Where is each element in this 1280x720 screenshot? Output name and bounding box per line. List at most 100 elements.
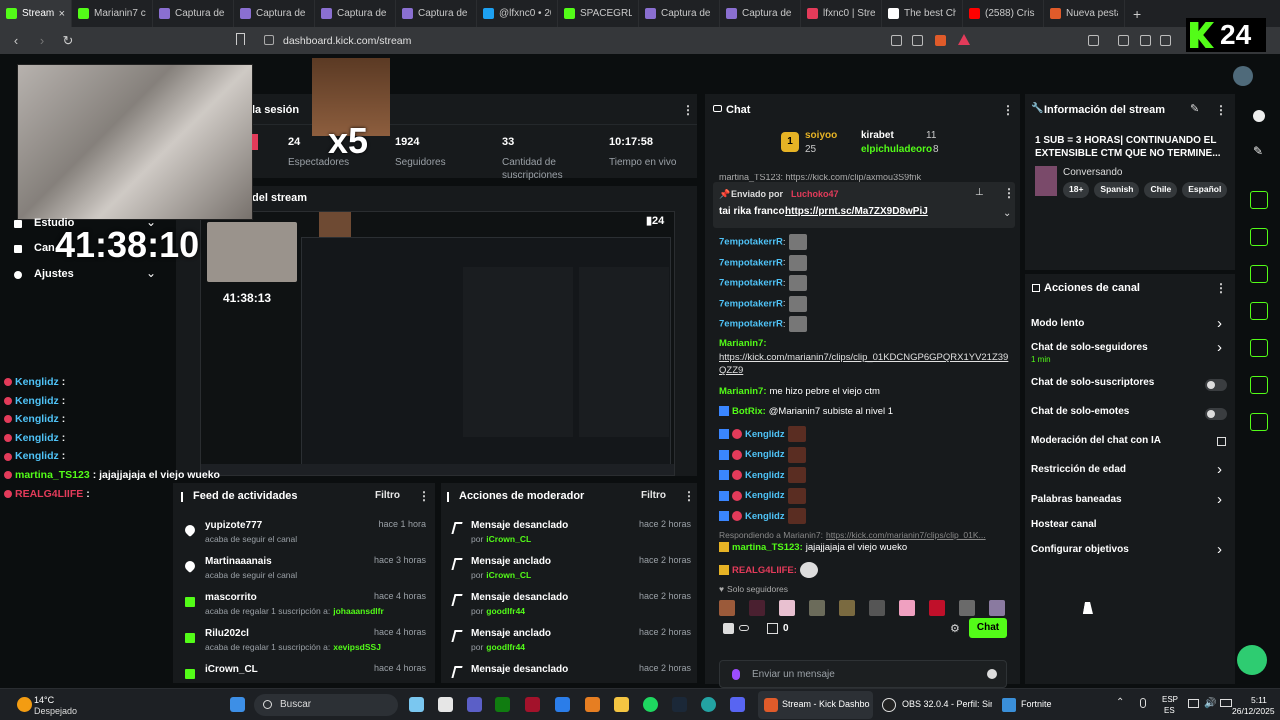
stream-info-menu-icon[interactable]: ⋮ bbox=[1215, 103, 1227, 117]
mod-action-item[interactable]: Mensaje desanclado hace 2 horas porgoodlfr… bbox=[451, 663, 691, 679]
browser-tab[interactable]: Marianin7 cl bbox=[72, 0, 153, 27]
channel-action-item[interactable]: Restricción de edad › bbox=[1031, 461, 1231, 482]
app-orange-icon[interactable] bbox=[585, 697, 600, 712]
forward-icon[interactable]: › bbox=[32, 33, 52, 48]
mute-icon[interactable] bbox=[891, 35, 902, 46]
chat-message[interactable]: 7empotakerrR: bbox=[719, 316, 1014, 333]
share-icon[interactable] bbox=[912, 35, 923, 46]
taskbar-app-kick[interactable]: Stream - Kick Dashboar bbox=[758, 691, 873, 719]
support-icon[interactable] bbox=[1237, 645, 1267, 675]
chat-username[interactable]: 7empotakerrR bbox=[719, 278, 783, 289]
chat-username[interactable]: 7empotakerrR bbox=[719, 319, 783, 330]
chat-message[interactable]: 7empotakerrR: bbox=[719, 254, 1014, 271]
browser-tab[interactable]: @lfxnc0 • 20 bbox=[477, 0, 558, 27]
quick-emote[interactable] bbox=[749, 600, 765, 616]
session-menu-icon[interactable]: ⋮ bbox=[682, 103, 694, 117]
feed-item-target[interactable]: xevipsdSSJ bbox=[333, 642, 381, 652]
mod-action-by-user[interactable]: iCrown_CL bbox=[486, 570, 531, 580]
chat-username[interactable]: 7empotakerrR bbox=[719, 257, 783, 268]
chat-username[interactable]: Kenglidz bbox=[745, 449, 785, 460]
mod-menu-icon[interactable]: ⋮ bbox=[683, 489, 695, 503]
chat-username[interactable]: martina_TS123: bbox=[732, 542, 803, 553]
mod-action-by-user[interactable]: iCrown_CL bbox=[486, 534, 531, 544]
lang-top[interactable]: ESP bbox=[1162, 695, 1178, 704]
feed-item-target[interactable]: Kenglidz bbox=[333, 678, 368, 679]
overlay-menu-item[interactable]: Can bbox=[14, 242, 160, 258]
browser-tab[interactable]: Captura de p bbox=[396, 0, 477, 27]
channel-action-item[interactable]: Moderación del chat con IA bbox=[1031, 435, 1231, 453]
chat-username[interactable]: Marianin7: bbox=[719, 386, 767, 397]
url-field[interactable]: dashboard.kick.com/stream bbox=[258, 31, 978, 50]
quick-emote[interactable] bbox=[809, 600, 825, 616]
back-icon[interactable]: ‹ bbox=[6, 33, 26, 48]
rail-icon-6[interactable] bbox=[1250, 376, 1268, 394]
stream-tag[interactable]: 18+ bbox=[1063, 182, 1090, 198]
feed-item[interactable]: iCrown_CL hace 4 horas acaba de regalar 1 … bbox=[183, 663, 426, 679]
new-tab-button[interactable]: + bbox=[1133, 6, 1141, 22]
mod-action-item[interactable]: Mensaje desanclado hace 2 horas por iCrown_… bbox=[451, 519, 691, 553]
channel-action-item[interactable]: Palabras baneadas › bbox=[1031, 491, 1231, 512]
chat-username[interactable]: REALG4LIIFE: bbox=[732, 565, 797, 576]
start-icon[interactable] bbox=[230, 697, 245, 712]
unpin-icon[interactable]: ⊥ bbox=[975, 187, 984, 198]
media-icon[interactable] bbox=[1140, 35, 1151, 46]
edit-icon[interactable]: ✎ bbox=[1190, 102, 1199, 115]
mod-action-by-user[interactable]: goodlfr44 bbox=[486, 678, 525, 679]
channel-actions-menu-icon[interactable]: ⋮ bbox=[1215, 281, 1227, 295]
browser-tab[interactable]: (2588) Cris M bbox=[963, 0, 1044, 27]
feed-item-name[interactable]: yupizote777 bbox=[205, 520, 262, 531]
chat-message[interactable]: martina_TS123: jajajjajaja el viejo wueko bbox=[719, 542, 1014, 553]
chest-icon[interactable] bbox=[767, 623, 778, 634]
pinned-by-user[interactable]: Luchoko47 bbox=[791, 189, 839, 199]
feed-item-name[interactable]: iCrown_CL bbox=[205, 664, 258, 675]
quick-emote[interactable] bbox=[869, 600, 885, 616]
tray-chevron-icon[interactable]: ⌃ bbox=[1116, 697, 1124, 708]
taskbar-app-fortnite[interactable]: Fortnite bbox=[998, 691, 1078, 719]
download-icon[interactable] bbox=[1118, 35, 1129, 46]
chat-message[interactable]: Kenglidz bbox=[719, 467, 1014, 483]
chat-username[interactable]: 7empotakerrR bbox=[719, 298, 783, 309]
taskbar-search[interactable]: Buscar bbox=[254, 694, 398, 716]
edge-icon[interactable] bbox=[701, 697, 716, 712]
mod-filter-button[interactable]: Filtro bbox=[641, 490, 666, 501]
browser-tab[interactable]: Captura de p bbox=[315, 0, 396, 27]
chat-message[interactable]: Kenglidz bbox=[719, 426, 1014, 442]
feed-item-name[interactable]: mascorrito bbox=[205, 592, 257, 603]
rail-icon-7[interactable] bbox=[1250, 413, 1268, 431]
chat-username[interactable]: Kenglidz bbox=[745, 490, 785, 501]
channel-action-item[interactable]: Modo lento › bbox=[1031, 315, 1231, 336]
rail-icon-3[interactable] bbox=[1250, 265, 1268, 283]
feed-item-name[interactable]: Martinaaanais bbox=[205, 556, 272, 567]
feed-item[interactable]: mascorrito hace 4 horas acaba de regalar 1… bbox=[183, 591, 426, 625]
emoji-icon[interactable] bbox=[987, 669, 997, 679]
chat-message[interactable]: Marianin7: https://kick.com/marianin7/cli… bbox=[719, 338, 1014, 377]
channel-action-item[interactable]: Configurar objetivos › bbox=[1031, 541, 1231, 562]
brave-rewards-icon[interactable] bbox=[958, 34, 970, 45]
extensions-icon[interactable] bbox=[1088, 35, 1099, 46]
browser-tab[interactable]: Captura de p bbox=[153, 0, 234, 27]
chat-message[interactable]: REALG4LIIFE: bbox=[719, 562, 1014, 578]
rail-icon-4[interactable] bbox=[1250, 302, 1268, 320]
pencil-icon[interactable]: ✎ bbox=[1253, 144, 1263, 158]
browser-tab[interactable]: Nueva pestañ bbox=[1044, 0, 1125, 27]
mod-action-by-user[interactable]: goodlfr44 bbox=[486, 606, 525, 616]
chat-settings-icon[interactable]: ⚙ bbox=[950, 622, 960, 635]
quick-emote[interactable] bbox=[779, 600, 795, 616]
copilot-icon[interactable] bbox=[409, 697, 424, 712]
channel-action-item[interactable]: Chat de solo-suscriptores bbox=[1031, 377, 1231, 395]
quick-emote[interactable] bbox=[989, 600, 1005, 616]
browser-tab[interactable]: The best Cha bbox=[882, 0, 963, 27]
overlay-menu-item[interactable]: Estudio ⌄ bbox=[14, 215, 160, 233]
chat-menu-icon[interactable]: ⋮ bbox=[1002, 103, 1014, 117]
settings-icon[interactable] bbox=[643, 697, 658, 712]
chat-username[interactable]: Kenglidz bbox=[745, 511, 785, 522]
rail-icon-5[interactable] bbox=[1250, 339, 1268, 357]
browser-tab[interactable]: Captura de p bbox=[639, 0, 720, 27]
category-name[interactable]: Conversando bbox=[1063, 167, 1122, 178]
quick-emote[interactable] bbox=[959, 600, 975, 616]
leaderboard-user-3[interactable]: elpichuladeoro bbox=[861, 144, 932, 155]
leaderboard-user-2[interactable]: kirabet bbox=[861, 130, 894, 141]
reply-link[interactable]: https://kick.com/marianin7/clips/clip_01… bbox=[826, 530, 986, 540]
volume-icon[interactable]: 🔊 bbox=[1204, 698, 1216, 709]
browser-tab[interactable]: Captura de p bbox=[234, 0, 315, 27]
